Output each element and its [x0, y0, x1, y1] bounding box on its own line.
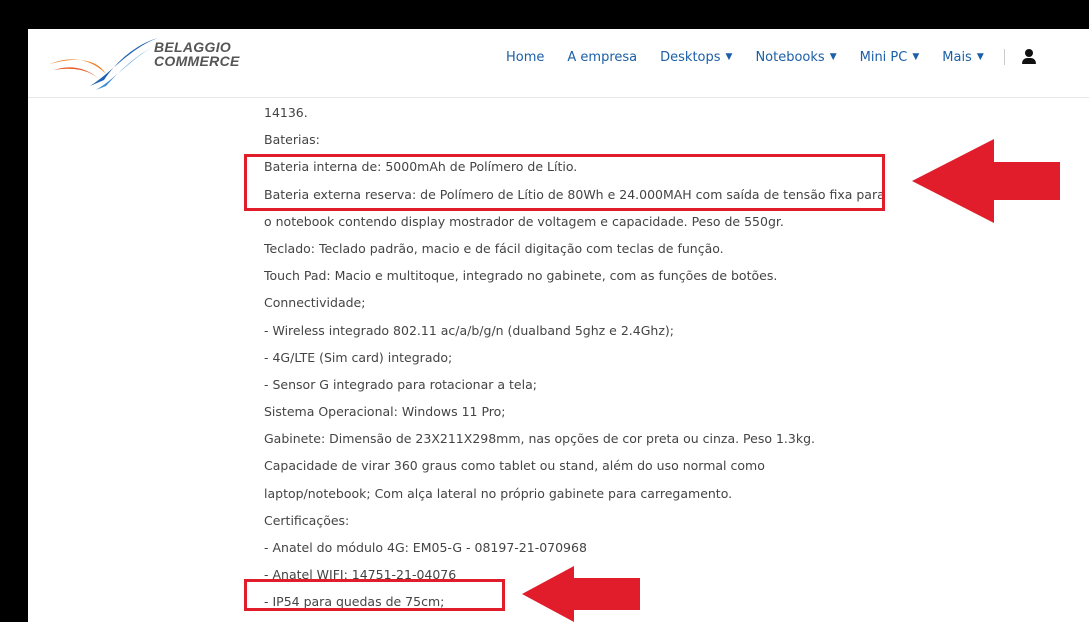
nav-mais[interactable]: Mais ▼ — [942, 50, 984, 65]
brand-logo[interactable]: BELAGGIO COMMERCE — [50, 34, 240, 92]
red-arrow-icon — [912, 139, 1060, 223]
nav-desktops[interactable]: Desktops ▼ — [660, 50, 732, 65]
brand-line-2: COMMERCE — [154, 53, 240, 69]
spec-line: - Sensor G integrado para rotacionar a t… — [264, 376, 537, 392]
spec-line: - Wireless integrado 802.11 ac/a/b/g/n (… — [264, 322, 674, 338]
nav-home[interactable]: Home — [506, 50, 544, 65]
spec-line: Baterias: — [264, 132, 320, 148]
red-arrow-icon-small — [522, 566, 640, 622]
nav-label: A empresa — [567, 49, 638, 65]
brand-line-1: BELAGGIO — [154, 39, 232, 55]
nav-label: Desktops — [660, 49, 721, 65]
spec-line: Sistema Operacional: Windows 11 Pro; — [264, 404, 506, 420]
web-page: BELAGGIO COMMERCE Home A empresa Desktops ▼… — [28, 29, 1089, 622]
site-header: BELAGGIO COMMERCE Home A empresa Desktops ▼… — [28, 29, 1089, 98]
main-navigation: Home A empresa Desktops ▼ Notebooks ▼ Mini PC ▼… — [506, 49, 1036, 65]
caret-down-icon: ▼ — [829, 52, 837, 62]
nav-a-empresa[interactable]: A empresa — [567, 50, 637, 65]
nav-mini-pc[interactable]: Mini PC ▼ — [860, 50, 920, 65]
spec-line: Touch Pad: Macio e multitoque, integrado… — [264, 268, 778, 284]
spec-line: Certificações: — [264, 512, 350, 528]
highlight-box-ip54 — [244, 579, 505, 611]
caret-down-icon: ▼ — [725, 52, 733, 62]
nav-label: Notebooks — [755, 49, 825, 65]
brand-name: BELAGGIO COMMERCE — [154, 40, 240, 68]
spec-line: Capacidade de virar 360 graus como table… — [264, 458, 765, 474]
logo-swoosh-icon — [50, 38, 158, 90]
nav-notebooks[interactable]: Notebooks ▼ — [755, 50, 836, 65]
caret-down-icon: ▼ — [976, 52, 984, 62]
nav-label: Home — [506, 49, 545, 65]
spec-line: Teclado: Teclado padrão, macio e de fáci… — [264, 240, 724, 256]
nav-label: Mais — [942, 49, 972, 65]
nav-label: Mini PC — [859, 49, 908, 65]
screenshot-frame: BELAGGIO COMMERCE Home A empresa Desktops ▼… — [8, 8, 1089, 622]
spec-line: - 4G/LTE (Sim card) integrado; — [264, 349, 453, 365]
nav-divider — [1003, 49, 1005, 65]
spec-line: Connectividade; — [264, 295, 366, 311]
caret-down-icon: ▼ — [912, 52, 920, 62]
spec-line: - Anatel do módulo 4G: EM05-G - 08197-21… — [264, 540, 587, 555]
spec-line: Gabinete: Dimensão de 23X211X298mm, nas … — [264, 431, 815, 447]
spec-line: o notebook contendo display mostrador de… — [264, 213, 784, 229]
user-icon[interactable] — [1021, 49, 1036, 65]
spec-line: laptop/notebook; Com alça lateral no pró… — [264, 485, 733, 501]
spec-line: 14136. — [264, 105, 308, 120]
highlight-box-batteries — [244, 154, 885, 211]
